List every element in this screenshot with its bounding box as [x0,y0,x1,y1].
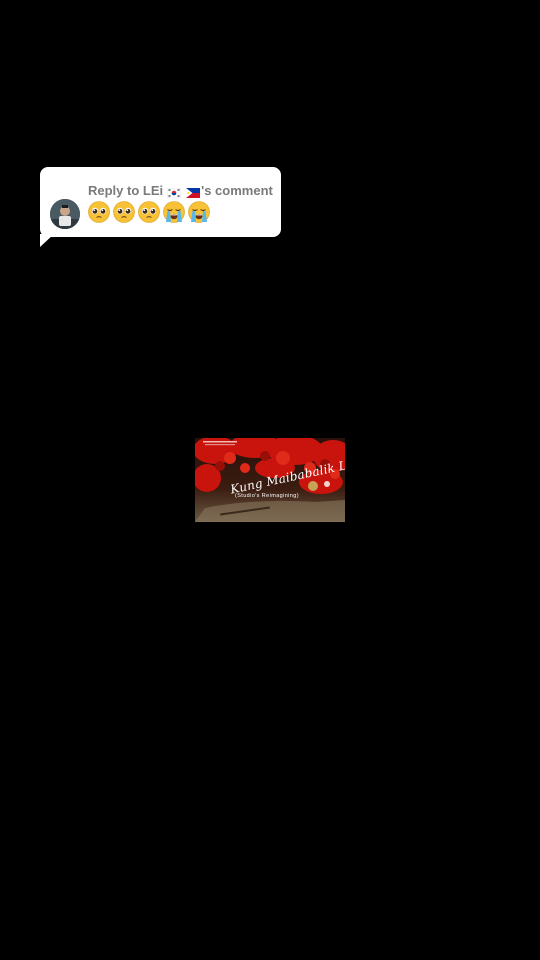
pleading-face-emoji [138,201,160,223]
commenter-avatar [50,199,80,229]
pleading-face-emoji [88,201,110,223]
loudly-crying-face-emoji [188,201,210,223]
loudly-crying-face-emoji [163,201,185,223]
video-thumbnail[interactable]: Kung Maibabalik Lang (Studio's Reimagini… [195,438,345,522]
video-subtitle: (Studio's Reimagining) [235,493,299,499]
pleading-face-emoji [113,201,135,223]
reply-bubble-tail [40,234,54,247]
south-korea-flag-icon [166,186,182,198]
reply-emoji-row [88,201,210,223]
philippines-flag-icon [186,186,201,198]
reply-title: Reply to LEi 's comment [88,183,273,198]
reply-suffix: 's comment [201,183,273,198]
reply-comment-sticker[interactable]: Reply to LEi 's comment [40,167,281,237]
reply-prefix: Reply to LEi [88,183,164,198]
